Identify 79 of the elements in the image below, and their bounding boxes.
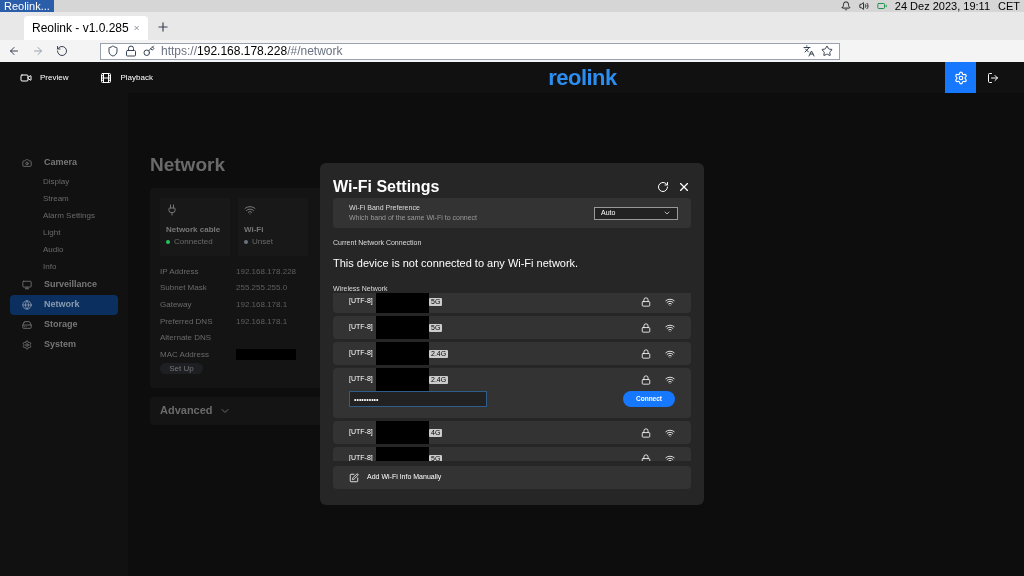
settings-icon: [953, 70, 968, 85]
sidebar-item[interactable]: Network: [10, 295, 118, 315]
sidebar-subitem[interactable]: Light: [10, 224, 118, 241]
clock: 24 Dez 2023, 19:11: [894, 0, 990, 12]
wifi-signal-icon: [665, 374, 675, 385]
sidebar-subitem[interactable]: Info: [10, 258, 118, 275]
field-label: Subnet Mask: [160, 282, 208, 295]
refresh-icon[interactable]: [657, 181, 669, 193]
lock-icon: [641, 453, 651, 461]
nav-link[interactable]: Playback: [100, 71, 153, 84]
monitor-icon: [22, 280, 32, 290]
lock-icon: [641, 296, 651, 307]
field-value: 255.255.255.0: [236, 282, 288, 295]
logout-icon: [986, 71, 999, 84]
sidebar-subitem[interactable]: Audio: [10, 241, 118, 258]
close-icon[interactable]: [677, 180, 691, 194]
plug-icon: [166, 203, 178, 216]
film-icon: [100, 71, 113, 84]
lock-icon: [641, 348, 651, 359]
sidebar-subitem[interactable]: Stream: [10, 190, 118, 207]
shield-icon: [107, 45, 119, 57]
sidebar-subitem[interactable]: Alarm Settings: [10, 207, 118, 224]
video-camera-icon: [20, 71, 32, 84]
sidebar-item[interactable]: Storage: [10, 315, 118, 335]
redaction-block: [376, 316, 429, 339]
field-label: Gateway: [160, 299, 193, 311]
redaction-block: [376, 342, 429, 365]
timezone: CET: [998, 0, 1020, 12]
redaction-block: [376, 421, 429, 444]
battery-icon[interactable]: [876, 1, 887, 11]
connection-status: This device is not connected to any Wi-Fi network.: [333, 255, 580, 271]
lock-icon: [641, 374, 651, 385]
field-value: 192.168.178.1: [236, 315, 288, 328]
camera-icon: [22, 158, 32, 168]
notification-icon[interactable]: [840, 1, 851, 11]
browser-tab[interactable]: Reolink - v1.0.285: [24, 16, 148, 40]
logo: reolink: [548, 64, 617, 92]
bookmark-icon[interactable]: [821, 45, 833, 57]
setup-button[interactable]: Set Up: [160, 363, 203, 375]
volume-icon[interactable]: [858, 1, 869, 11]
connection-card[interactable]: Network cable Connected: [160, 197, 230, 256]
field-value: 192.168.178.228: [236, 265, 297, 278]
storage-icon: [22, 320, 32, 330]
lock-icon: [641, 322, 651, 333]
gear-icon: [22, 340, 32, 350]
redaction-block: [376, 368, 429, 391]
sidebar-item[interactable]: Camera: [10, 153, 118, 173]
wifi-signal-icon: [665, 322, 675, 333]
wifi-signal-icon: [665, 296, 675, 307]
reload-icon[interactable]: [56, 45, 68, 57]
field-label: MAC Address: [160, 348, 210, 361]
edit-icon: [349, 472, 359, 483]
translate-icon[interactable]: [803, 45, 815, 57]
connection-card[interactable]: Wi-Fi Unset: [238, 197, 308, 256]
new-tab-icon[interactable]: [156, 20, 170, 34]
chevron-icon: [663, 209, 671, 217]
wifi-signal-icon: [665, 427, 675, 438]
taskbar-window[interactable]: Reolink...: [0, 0, 54, 12]
sidebar-item[interactable]: Surveillance: [10, 275, 118, 295]
wifi-icon: [244, 203, 256, 216]
wifi-signal-icon: [665, 453, 675, 461]
settings-button[interactable]: [945, 62, 976, 93]
globe-icon: [22, 300, 32, 310]
page-title: Network: [150, 153, 226, 177]
nav-link[interactable]: Preview: [20, 71, 69, 84]
key-icon: [143, 45, 155, 57]
field-label: Preferred DNS: [160, 315, 214, 328]
address-bar[interactable]: https://192.168.178.228/#/network: [100, 42, 840, 60]
sidebar-item[interactable]: System: [10, 335, 118, 355]
redaction-block: [376, 293, 429, 313]
field-label: IP Address: [160, 265, 200, 278]
lock-icon: [125, 45, 137, 57]
field-label: Alternate DNS: [160, 332, 213, 345]
sidebar-subitem[interactable]: Display: [10, 173, 118, 190]
back-icon[interactable]: [8, 45, 20, 57]
field-value: 192.168.178.1: [236, 299, 288, 311]
wifi-signal-icon: [665, 348, 675, 359]
dialog-title: Wi-Fi Settings: [333, 177, 440, 197]
lock-icon: [641, 427, 651, 438]
